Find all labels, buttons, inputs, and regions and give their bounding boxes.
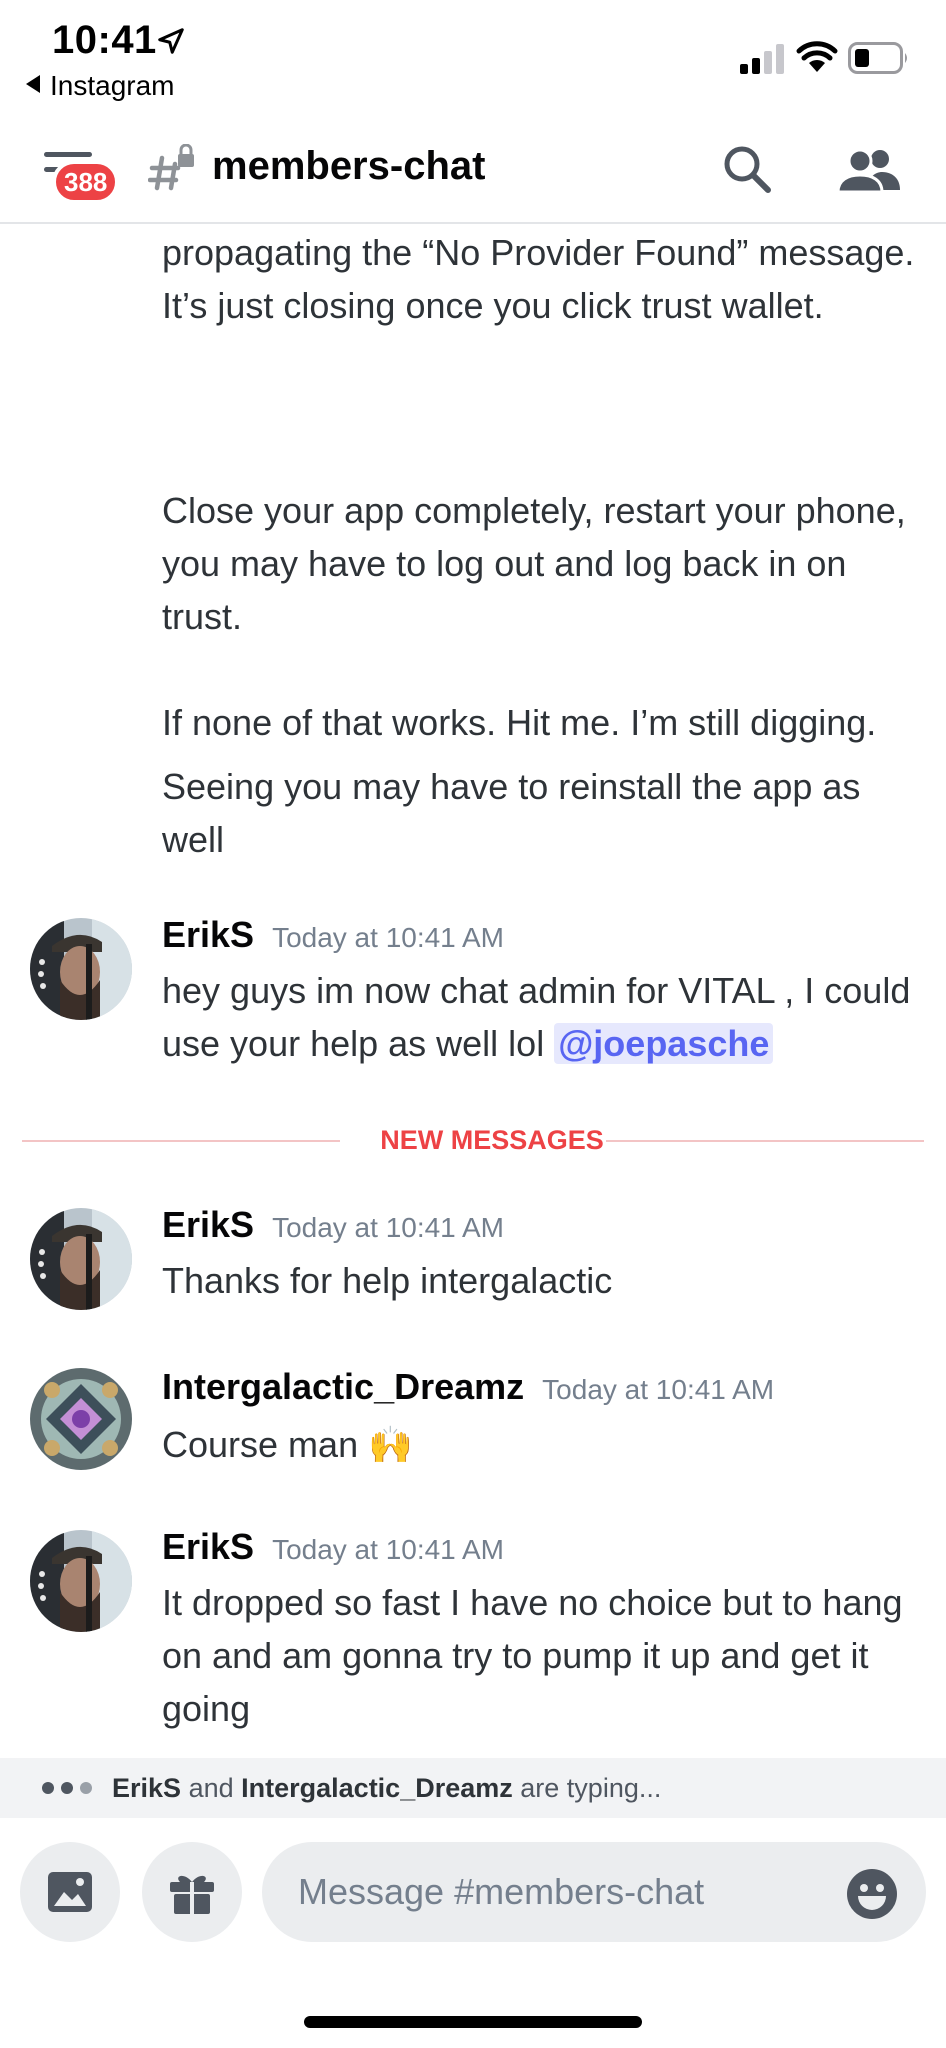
author-name[interactable]: ErikS — [162, 1526, 254, 1567]
typing-text: ErikS and Intergalactic_Dreamz are typin… — [112, 1758, 661, 1818]
gift-icon — [170, 1875, 214, 1914]
user-mention[interactable]: @joepasche — [554, 1023, 774, 1064]
avatar-eriks[interactable] — [30, 918, 132, 1020]
message-header: ErikS Today at 10:41 AM — [162, 914, 504, 956]
continuation-text-4: Seeing you may have to reinstall the app… — [162, 766, 861, 860]
image-upload-icon — [48, 1872, 92, 1912]
new-messages-divider: NEW MESSAGES — [22, 1120, 924, 1160]
emoji-icon[interactable] — [846, 1868, 898, 1920]
typing-suffix: are typing... — [520, 1773, 662, 1803]
upload-image-button[interactable] — [20, 1842, 120, 1942]
battery-icon — [848, 42, 907, 74]
message-body: Course man 🙌 — [162, 1424, 413, 1465]
cellular-signal-icon — [740, 44, 784, 74]
avatar-eriks[interactable] — [30, 1208, 132, 1310]
continuation-text-2: Close your app completely, restart your … — [162, 490, 906, 637]
back-app-label: Instagram — [50, 70, 175, 101]
message-composer — [0, 1820, 946, 2048]
continuation-text-3: If none of that works. Hit me. I’m still… — [162, 702, 877, 743]
status-time: 10:41 — [52, 18, 157, 62]
avatar-eriks-photo — [30, 1530, 132, 1632]
channel-name: members-chat — [212, 144, 486, 188]
home-indicator — [304, 2016, 642, 2028]
avatar-eriks-photo — [30, 918, 132, 1020]
message-timestamp: Today at 10:41 AM — [272, 922, 504, 953]
divider-line-right — [606, 1140, 924, 1142]
locked-channel-hash-icon — [148, 144, 194, 191]
typing-indicator-bar: ErikS and Intergalactic_Dreamz are typin… — [0, 1758, 946, 1818]
message-header: Intergalactic_Dreamz Today at 10:41 AM — [162, 1366, 774, 1408]
members-icon[interactable] — [838, 146, 900, 194]
author-name[interactable]: Intergalactic_Dreamz — [162, 1366, 524, 1407]
author-name[interactable]: ErikS — [162, 1204, 254, 1245]
new-messages-label: NEW MESSAGES — [380, 1125, 604, 1155]
typing-user-1: ErikS — [112, 1773, 182, 1803]
avatar-intergalactic-dreamz[interactable] — [30, 1368, 132, 1470]
avatar-eriks-photo — [30, 1208, 132, 1310]
typing-and: and — [188, 1773, 234, 1803]
back-triangle-icon — [26, 75, 40, 93]
avatar-eriks[interactable] — [30, 1530, 132, 1632]
message-timestamp: Today at 10:41 AM — [542, 1374, 775, 1405]
message-timestamp: Today at 10:41 AM — [272, 1534, 504, 1565]
wifi-icon — [796, 41, 838, 72]
message-list[interactable]: propagating the “No Provider Found” mess… — [0, 224, 946, 1756]
message-header: ErikS Today at 10:41 AM — [162, 1204, 504, 1246]
continuation-text-1: propagating the “No Provider Found” mess… — [162, 232, 915, 326]
status-bar: 10:41 Instagram — [0, 0, 946, 108]
gift-button[interactable] — [142, 1842, 242, 1942]
typing-user-2: Intergalactic_Dreamz — [241, 1773, 513, 1803]
author-name[interactable]: ErikS — [162, 914, 254, 955]
message-input[interactable] — [262, 1842, 926, 1942]
avatar-intergalactic-dreamz-art — [30, 1368, 132, 1470]
message-header: ErikS Today at 10:41 AM — [162, 1526, 504, 1568]
message-body: It dropped so fast I have no choice but … — [162, 1582, 903, 1729]
divider-line-left — [22, 1140, 340, 1142]
typing-dots-icon — [42, 1782, 92, 1794]
channel-header: 388 members-chat — [0, 108, 946, 224]
message-body: hey guys im now chat admin for VITAL , I… — [162, 964, 922, 1070]
unread-badge[interactable]: 388 — [52, 160, 120, 204]
search-icon[interactable] — [722, 144, 772, 194]
message-timestamp: Today at 10:41 AM — [272, 1212, 504, 1243]
message-body: Thanks for help intergalactic — [162, 1260, 613, 1301]
back-to-instagram[interactable]: Instagram — [26, 70, 175, 102]
location-arrow-icon — [158, 28, 184, 54]
message-text: hey guys im now chat admin for VITAL , I… — [162, 970, 911, 1064]
